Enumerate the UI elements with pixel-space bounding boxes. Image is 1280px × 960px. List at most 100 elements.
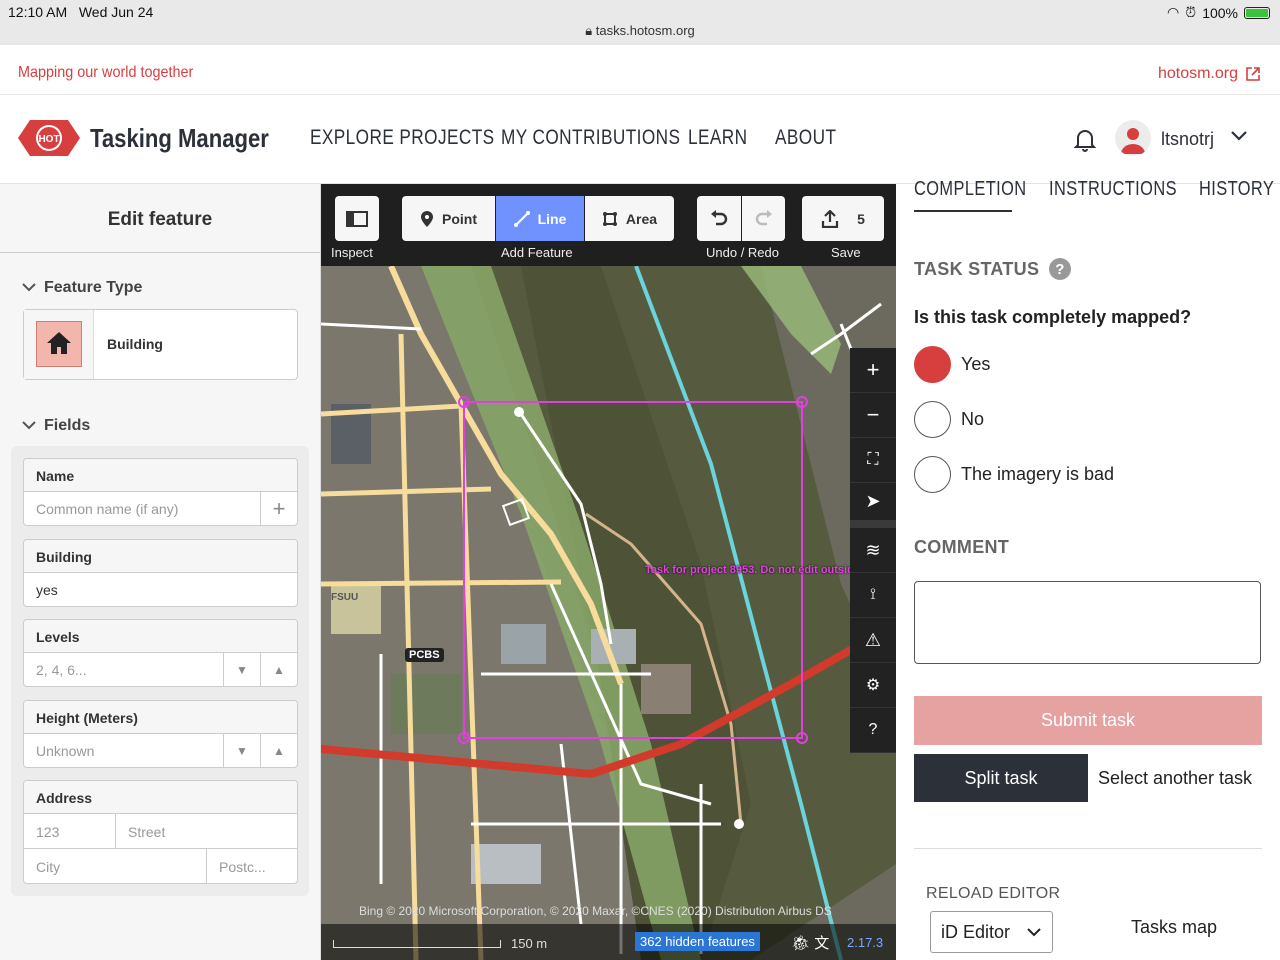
decrement-icon[interactable]: ▼ [223,653,260,686]
username[interactable]: ltsnotrj [1161,129,1214,150]
radio-bad-imagery[interactable] [914,456,951,493]
save-button[interactable]: 5 [802,196,884,241]
split-task-button[interactable]: Split task [914,754,1088,802]
tab-completion[interactable]: COMPLETION [914,178,1026,201]
map-canvas[interactable]: Task for project 8953. Do not edit outsi… [321,184,896,960]
preferences-icon[interactable]: ⚙ [850,663,896,708]
save-caption: Save [831,245,861,260]
task-panel: COMPLETION INSTRUCTIONS HISTORY TASK STA… [896,178,1280,960]
zoom-in-icon[interactable]: + [850,348,896,393]
editor-dropdown[interactable]: iD Editor [930,911,1053,953]
nav-explore-projects[interactable]: EXPLORE PROJECTS [310,126,494,150]
house-icon [47,332,71,354]
task-status-heading: TASK STATUS ? [914,258,1072,280]
logo-text: Tasking Manager [90,122,269,153]
tab-history[interactable]: HISTORY [1199,178,1274,201]
fields-heading: Fields [44,417,91,434]
fields-toggle[interactable]: Fields [22,417,90,435]
zoom-to-selection-icon[interactable]: ⛶ [850,438,896,483]
option-no[interactable]: No [914,401,984,438]
hotosm-link-label: hotosm.org [1157,65,1238,82]
tagline-text: Mapping our world together [18,64,194,81]
select-another-task-button[interactable]: Select another task [1096,768,1254,789]
feature-editor-panel: Edit feature Feature Type Building Field… [0,184,321,960]
active-tab-indicator [914,210,1012,212]
postcode-input[interactable]: Postc... [207,849,297,883]
hotosm-link[interactable]: hotosm.org [1158,65,1260,83]
preset-button[interactable]: Building [23,309,298,380]
chevron-down-icon [22,421,36,430]
redo-icon [755,209,772,225]
geolocate-icon[interactable]: ➤ [850,483,896,528]
nav-about[interactable]: ABOUT [775,126,836,150]
logo[interactable]: HOT Tasking Manager [18,118,300,158]
radio-yes[interactable] [914,346,951,383]
levels-field: Levels 2, 4, 6... ▼ ▲ [23,619,298,687]
height-input[interactable]: Unknown ▼ ▲ [24,734,297,767]
undo-redo-caption: Undo / Redo [706,245,779,260]
completion-question: Is this task completely mapped? [914,307,1192,327]
wifi-icon: ◠ [1167,4,1180,20]
add-point-button[interactable]: Point [402,196,495,241]
area-icon [602,211,617,226]
map-data-icon[interactable]: ⟟ [850,573,896,618]
building-input[interactable]: yes [24,573,297,606]
bug-report-icon[interactable]: 🐞︎ 文 [791,932,829,953]
add-name-button[interactable]: + [260,492,297,525]
add-area-button[interactable]: Area [585,196,674,241]
hidden-features-badge[interactable]: 362 hidden features [635,932,760,951]
comment-textarea[interactable] [914,581,1261,664]
version-label[interactable]: 2.17.3 [847,935,883,950]
avatar[interactable] [1115,120,1151,156]
scale-bar[interactable] [333,940,501,948]
redo-button[interactable] [742,196,785,241]
levels-label: Levels [24,620,297,653]
chevron-down-icon [1027,928,1041,937]
chevron-down-icon[interactable] [1230,130,1248,142]
external-link-icon [1246,67,1260,81]
nav-learn[interactable]: LEARN [688,126,759,150]
tasks-map-button[interactable]: Tasks map [1131,917,1217,938]
street-input[interactable]: Street [116,814,297,848]
name-input[interactable]: Common name (if any) + [24,492,297,525]
help-icon[interactable]: ? [850,708,896,753]
add-line-button[interactable]: Line [496,196,584,241]
submit-task-button[interactable]: Submit task [914,696,1262,745]
option-yes[interactable]: Yes [914,346,990,383]
feature-type-toggle[interactable]: Feature Type [22,279,142,297]
sidebar-toggle-icon [346,210,368,227]
tab-instructions[interactable]: INSTRUCTIONS [1049,178,1177,201]
feature-type-heading: Feature Type [44,279,143,296]
inspect-button[interactable] [335,196,379,241]
tagline-bar: Mapping our world together hotosm.org [0,45,1280,95]
poi-label-fsuu[interactable]: FSUU [331,592,358,603]
map-toolbar: Inspect Point Line Area Add Feature Undo… [321,184,896,266]
chevron-down-icon [22,283,36,292]
bell-icon[interactable] [1074,128,1096,152]
task-boundary-label: Task for project 8953. Do not edit outsi… [645,564,874,576]
undo-button[interactable] [697,196,741,241]
nav-my-contributions[interactable]: MY CONTRIBUTIONS [501,126,680,150]
imagery-attribution[interactable]: Bing © 2020 Microsoft Corporation, © 202… [321,904,896,918]
decrement-icon[interactable]: ▼ [223,734,260,767]
levels-input[interactable]: 2, 4, 6... ▼ ▲ [24,653,297,686]
poi-label-pcbs[interactable]: PCBS [405,648,444,662]
increment-icon[interactable]: ▲ [260,653,297,686]
map-footer: 150 m 362 hidden features 🐞︎ 文 2.17.3 [321,924,896,960]
help-circle-icon[interactable]: ? [1049,258,1072,280]
battery-percent: 100% [1202,4,1238,21]
housenumber-input[interactable]: 123 [24,814,116,848]
address-field: Address 123 Street City Postc... [23,780,298,884]
map-controls: + − ⛶ ➤ ≋ ⟟ ⚠ ⚙ ? [850,348,896,753]
fields-container: Name Common name (if any) + Building yes… [11,446,309,896]
url-bar[interactable]: 🔒︎ tasks.hotosm.org [0,23,1280,39]
comment-heading: COMMENT [914,537,1010,557]
option-bad-imagery[interactable]: The imagery is bad [914,456,1114,493]
svg-text:HOT: HOT [38,134,59,145]
radio-no[interactable] [914,401,951,438]
increment-icon[interactable]: ▲ [260,734,297,767]
layers-icon[interactable]: ≋ [850,528,896,573]
zoom-out-icon[interactable]: − [850,393,896,438]
issues-icon[interactable]: ⚠ [850,618,896,663]
city-input[interactable]: City [24,849,207,883]
